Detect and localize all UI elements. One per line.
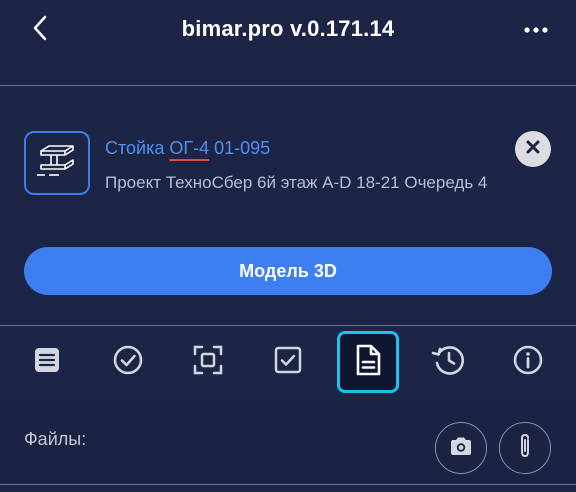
element-thumbnail [24,131,90,195]
tab-history[interactable] [417,331,479,393]
top-bar: bimar.pro v.0.171.14 [0,0,576,58]
back-button[interactable] [22,12,58,48]
check-circle-icon [112,344,144,381]
paperclip-icon [517,432,533,465]
info-icon [512,344,544,381]
tabs-divider [0,325,576,326]
checkbox-icon [273,345,303,380]
element-mark: ОГ-4 [169,138,210,158]
app-title: bimar.pro v.0.171.14 [181,16,395,41]
tab-info[interactable] [497,331,559,393]
model-3d-button[interactable]: Модель 3D [24,247,552,295]
element-details-screen: bimar.pro v.0.171.14 Стойка ОГ-4 01-095 … [0,0,576,492]
ellipsis-icon [523,21,549,39]
bottom-divider [0,484,576,485]
tab-approval[interactable] [97,331,159,393]
element-number: 01-095 [209,138,271,158]
element-title[interactable]: Стойка ОГ-4 01-095 [105,138,270,159]
file-text-icon [354,343,382,382]
files-label: Файлы: [24,429,87,449]
tab-scan[interactable] [177,331,239,393]
close-icon [525,139,541,160]
tab-bar [0,327,576,397]
tab-checklist[interactable] [257,331,319,393]
tab-documents[interactable] [337,331,399,393]
attach-file-button[interactable] [499,422,551,474]
steel-beam-icon [35,141,79,186]
history-icon [431,344,465,381]
scan-frame-icon [192,344,224,381]
take-photo-button[interactable] [435,422,487,474]
header-divider [0,85,576,86]
camera-icon [449,436,473,461]
files-section: Файлы: [0,405,576,483]
close-button[interactable] [515,131,551,167]
element-type-label: Стойка [105,138,170,158]
project-description: Проект ТехноСбер 6й этаж A-D 18-21 Очере… [105,173,488,192]
list-document-icon [32,345,62,380]
more-options-button[interactable] [518,12,554,48]
tab-details[interactable] [16,331,78,393]
chevron-left-icon [32,15,48,46]
